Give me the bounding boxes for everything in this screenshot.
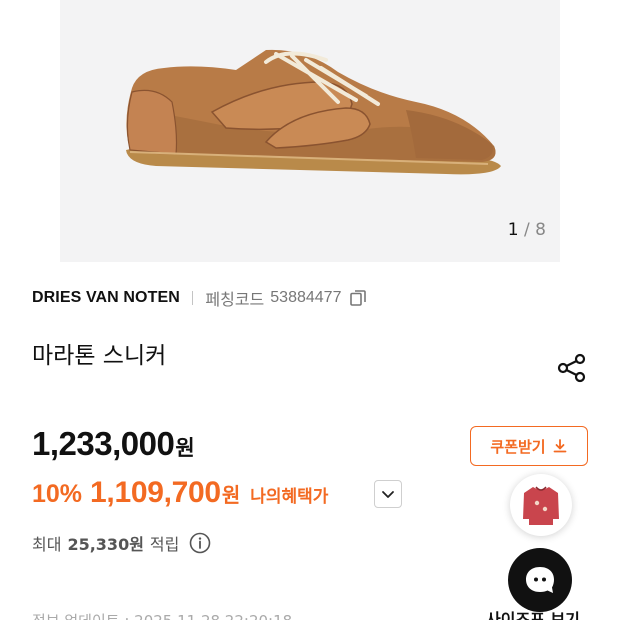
image-counter-total: 8 [535, 220, 546, 240]
original-price: 1,233,000 원 [32, 425, 195, 465]
benefit-expand-button[interactable] [374, 480, 402, 508]
sweater-image [523, 486, 559, 525]
points-suffix: 적립 [149, 535, 180, 554]
chat-button[interactable] [508, 548, 572, 612]
points-prefix: 최대 [32, 535, 62, 554]
sneaker-image [126, 49, 501, 175]
product-title: 마라톤 스니커 [32, 343, 167, 369]
sale-price-unit: 원 [221, 483, 241, 507]
discount-percent: 10% [32, 480, 83, 508]
copy-icon[interactable] [349, 289, 367, 307]
original-price-unit: 원 [175, 436, 195, 460]
my-benefit-label: 나의혜택가 [250, 487, 329, 507]
share-icon[interactable] [556, 352, 588, 384]
code-value: 53884477 [270, 289, 342, 306]
info-icon[interactable] [189, 532, 211, 554]
update-info-text: 정보 업데이트 : 2025.11.28 22:20:18 [32, 610, 292, 620]
chat-icon [526, 567, 554, 593]
chevron-down-icon [382, 491, 394, 498]
product-image-gallery[interactable]: 1 / 8 [60, 0, 560, 262]
recommended-product-thumbnail[interactable] [510, 474, 572, 536]
image-counter: 1 / 8 [508, 220, 546, 240]
code-label: 페칭코드 [205, 290, 265, 309]
original-price-value: 1,233,000 [32, 425, 175, 462]
brand-row: DRIES VAN NOTEN 페칭코드 53884477 [32, 286, 367, 310]
brand-link[interactable]: DRIES VAN NOTEN [32, 289, 180, 307]
points-row: 최대 25,330원 적립 [32, 530, 211, 556]
download-icon [553, 439, 566, 453]
image-counter-current: 1 [507, 220, 519, 240]
sale-price: 10% 1,109,700 원 나의혜택가 [32, 476, 328, 512]
image-counter-separator: / [524, 220, 530, 240]
points-amount: 25,330원 [67, 535, 144, 554]
divider [191, 291, 194, 305]
coupon-button[interactable]: 쿠폰받기 [470, 426, 588, 466]
coupon-button-label: 쿠폰받기 [490, 437, 546, 456]
size-chart-link[interactable]: 사이즈표 보기 [486, 606, 580, 620]
sale-price-value: 1,109,700 [90, 476, 221, 509]
